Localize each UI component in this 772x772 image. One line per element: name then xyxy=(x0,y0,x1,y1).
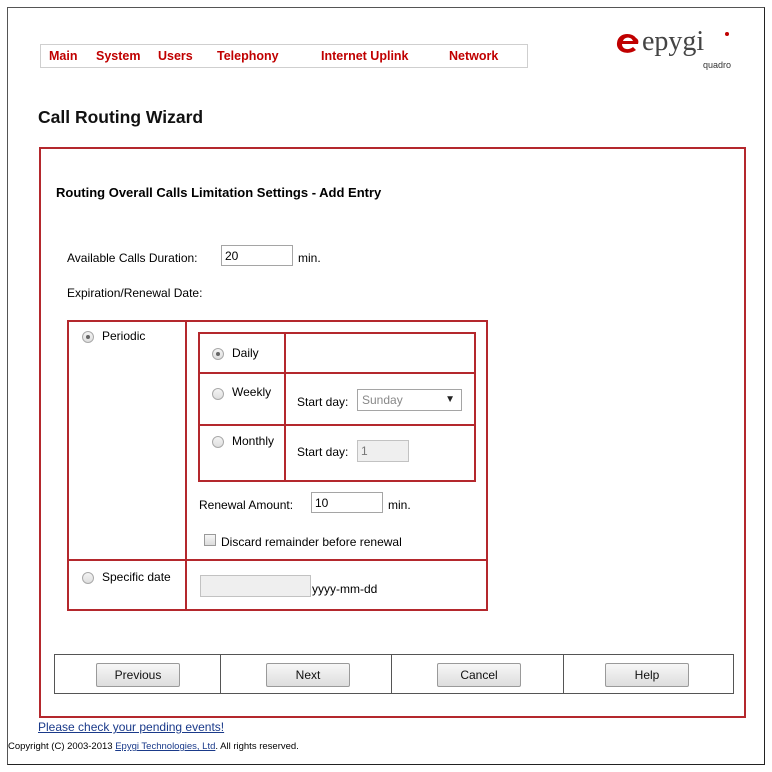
pending-events-link[interactable]: Please check your pending events! xyxy=(38,720,224,734)
logo-wordmark: epygi xyxy=(642,26,705,57)
nav-users[interactable]: Users xyxy=(158,49,193,63)
specific-date-radio[interactable] xyxy=(82,572,94,584)
available-duration-label: Available Calls Duration: xyxy=(67,251,198,265)
renewal-amount-input[interactable] xyxy=(311,492,383,513)
period-row1-divider xyxy=(198,372,476,374)
copyright-prefix: Copyright (C) 2003-2013 xyxy=(8,741,116,752)
periodic-radio[interactable] xyxy=(82,331,94,343)
logo-dot-icon xyxy=(725,32,729,36)
dropdown-arrow-icon: ▼ xyxy=(445,394,455,405)
help-button[interactable]: Help xyxy=(605,663,689,687)
specific-date-input[interactable] xyxy=(200,575,311,597)
discard-remainder-checkbox[interactable] xyxy=(204,534,216,546)
cancel-button[interactable]: Cancel xyxy=(437,663,521,687)
specific-date-label: Specific date xyxy=(102,570,171,584)
top-nav: Main System Users Telephony Internet Upl… xyxy=(40,44,528,68)
page-title: Call Routing Wizard xyxy=(38,107,204,127)
discard-remainder-label: Discard remainder before renewal xyxy=(221,535,402,549)
nav-internet-uplink[interactable]: Internet Uplink xyxy=(321,49,409,63)
form-heading: Routing Overall Calls Limitation Setting… xyxy=(56,185,382,200)
logo-subtitle: quadro xyxy=(703,60,732,70)
epygi-logo: epygi quadro xyxy=(612,26,742,82)
periodic-label: Periodic xyxy=(102,329,146,343)
available-duration-unit: min. xyxy=(298,251,321,265)
expiration-divider xyxy=(185,320,187,611)
daily-radio[interactable] xyxy=(212,348,224,360)
monthly-start-input[interactable] xyxy=(357,440,409,462)
button-bar-separator xyxy=(220,655,221,693)
monthly-label: Monthly xyxy=(232,434,275,448)
weekly-radio[interactable] xyxy=(212,388,224,400)
button-bar-separator xyxy=(391,655,392,693)
copyright-company-link[interactable]: Epygi Technologies, Ltd xyxy=(115,741,215,752)
specific-date-format: yyyy-mm-dd xyxy=(312,582,378,596)
monthly-radio[interactable] xyxy=(212,436,224,448)
button-bar-separator xyxy=(563,655,564,693)
next-button[interactable]: Next xyxy=(266,663,350,687)
daily-label: Daily xyxy=(232,346,259,360)
copyright-suffix: . All rights reserved. xyxy=(215,741,299,752)
renewal-amount-label: Renewal Amount: xyxy=(199,498,294,512)
nav-main[interactable]: Main xyxy=(49,49,77,63)
weekly-start-value: Sunday xyxy=(362,393,403,407)
renewal-amount-unit: min. xyxy=(388,498,411,512)
period-type-divider xyxy=(284,332,286,482)
nav-network[interactable]: Network xyxy=(449,49,498,63)
previous-button[interactable]: Previous xyxy=(96,663,180,687)
expiration-row-divider xyxy=(67,559,488,561)
weekly-label: Weekly xyxy=(232,385,272,399)
weekly-start-label: Start day: xyxy=(297,395,349,409)
logo-swoosh-icon xyxy=(616,33,639,53)
available-duration-input[interactable] xyxy=(221,245,293,266)
nav-telephony[interactable]: Telephony xyxy=(217,49,279,63)
copyright: Copyright (C) 2003-2013 Epygi Technologi… xyxy=(8,741,299,752)
monthly-start-label: Start day: xyxy=(297,445,349,459)
weekly-start-select[interactable]: Sunday ▼ xyxy=(357,389,462,411)
nav-system[interactable]: System xyxy=(96,49,140,63)
period-row2-divider xyxy=(198,424,476,426)
expiration-label: Expiration/Renewal Date: xyxy=(67,286,203,300)
